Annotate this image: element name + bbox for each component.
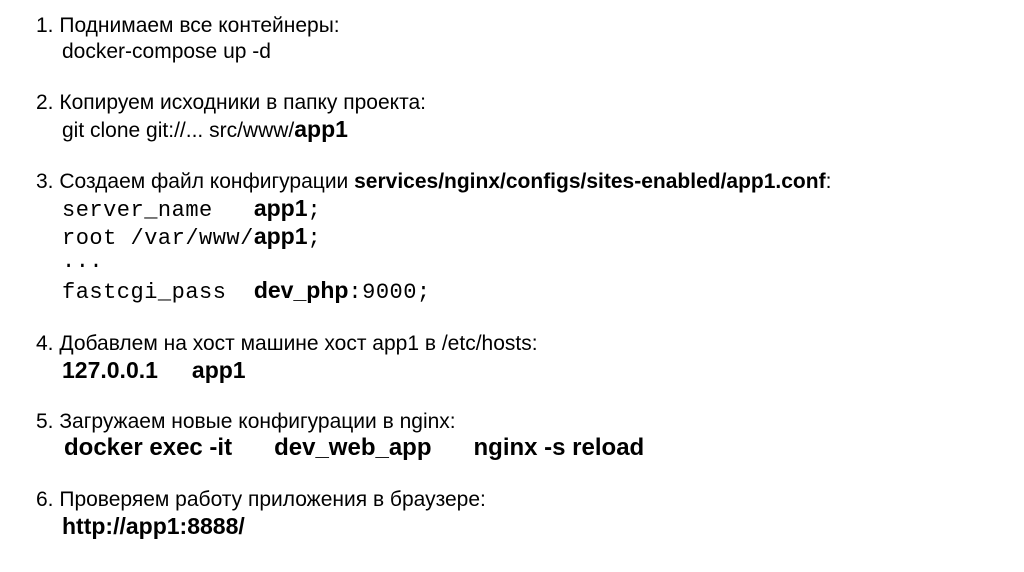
- slide: 1. Поднимаем все контейнеры: docker-comp…: [0, 0, 1024, 572]
- config-fastcgi-line: fastcgi_pass dev_php:9000;: [62, 278, 431, 305]
- step-1-command: docker-compose up -d: [62, 40, 271, 63]
- reload-command-part-1: docker exec -it: [64, 434, 233, 461]
- config-server-name-key: server_name: [62, 198, 254, 223]
- config-server-name-line: server_name app1;: [62, 196, 321, 223]
- step-4-heading: 4. Добавлем на хост машине хост app1 в /…: [36, 332, 538, 356]
- step-4-number: 4.: [36, 332, 54, 355]
- hosts-name: app1: [191, 357, 246, 383]
- step-3-title: Создаем файл конфигурации: [59, 170, 355, 193]
- reload-command-part-2: dev_web_app: [274, 434, 432, 461]
- hosts-entry: 127.0.0.1 app1: [62, 358, 246, 382]
- step-4-title: Добавлем на хост машине хост app1 в /etc…: [59, 332, 538, 355]
- step-5-heading: 5. Загружаем новые конфигурации в nginx:: [36, 410, 456, 434]
- step-3-title-suffix: :: [825, 170, 832, 193]
- step-3-heading: 3. Создаем файл конфигурации services/ng…: [36, 170, 831, 194]
- config-fastcgi-key: fastcgi_pass: [62, 280, 254, 305]
- config-root-end: ;: [307, 226, 322, 251]
- step-2-number: 2.: [36, 91, 54, 114]
- config-root-key: root /var/www/: [62, 226, 254, 251]
- step-1-title: Поднимаем все контейнеры:: [59, 14, 340, 37]
- step-1-number: 1.: [36, 14, 54, 37]
- config-fastcgi-value: dev_php: [253, 277, 349, 303]
- step-3-config-path: services/nginx/configs/sites-enabled/app…: [354, 170, 826, 193]
- step-3-number: 3.: [36, 170, 54, 193]
- app-url: http://app1:8888/: [62, 513, 245, 539]
- config-server-name-value: app1: [253, 195, 308, 221]
- step-1-heading: 1. Поднимаем все контейнеры:: [36, 14, 340, 38]
- reload-command: docker exec -it dev_web_app nginx -s reloa…: [64, 436, 644, 460]
- step-6-number: 6.: [36, 488, 54, 511]
- step-2-heading: 2. Копируем исходники в папку проекта:: [36, 91, 426, 115]
- step-6-title: Проверяем работу приложения в браузере:: [59, 488, 486, 511]
- step-2-title: Копируем исходники в папку проекта:: [59, 91, 426, 114]
- step-5-number: 5.: [36, 410, 54, 433]
- config-root-line: root /var/www/app1;: [62, 224, 321, 251]
- step-6-heading: 6. Проверяем работу приложения в браузер…: [36, 488, 486, 512]
- config-fastcgi-end: :9000;: [348, 280, 431, 305]
- step-2-command: git clone git://... src/www/app1: [62, 117, 348, 143]
- config-root-value: app1: [253, 223, 308, 249]
- step-5-title: Загружаем новые конфигурации в nginx:: [59, 410, 456, 433]
- step-2-command-app: app1: [294, 116, 348, 142]
- step-2-command-prefix: git clone git://... src/www/: [62, 119, 295, 142]
- config-ellipsis: ...: [62, 249, 104, 274]
- config-server-name-end: ;: [307, 198, 322, 223]
- hosts-ip: 127.0.0.1: [62, 357, 158, 383]
- reload-command-part-3: nginx -s reload: [473, 434, 645, 461]
